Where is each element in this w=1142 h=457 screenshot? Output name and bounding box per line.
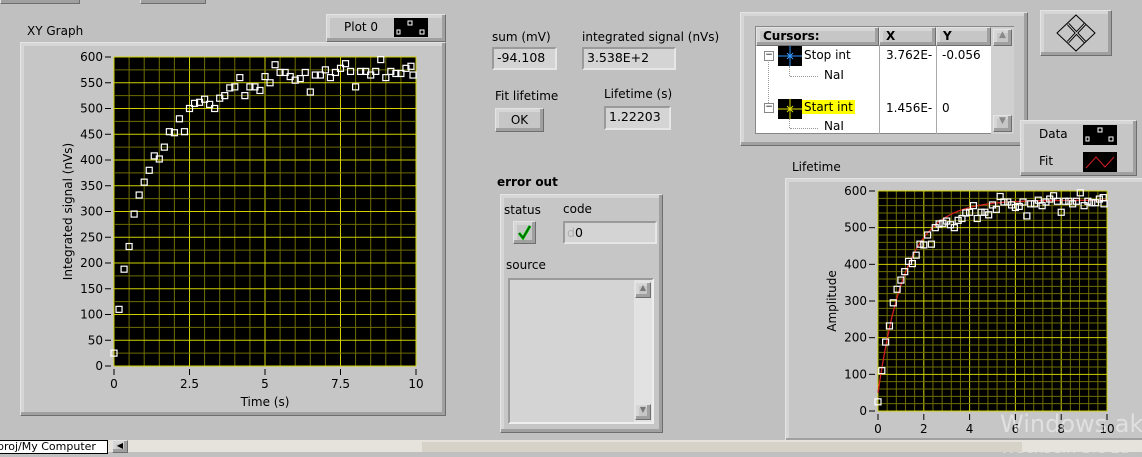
- collapse-icon[interactable]: −: [764, 103, 774, 113]
- lifetime-graph: 0 2 4 6 8 10 0 100 200 300 400 500 600 Amplitude: [785, 178, 1142, 442]
- integrated-signal-label: integrated signal (nVs): [582, 30, 720, 44]
- error-out-label: error out: [497, 175, 558, 189]
- fit-lifetime-label: Fit lifetime: [495, 89, 559, 103]
- cursor-table[interactable]: Cursors: X Y ▲ ▼ − Stop int 3.762E- -0.0…: [755, 26, 1014, 134]
- scroll-up-icon[interactable]: ▲: [993, 29, 1012, 46]
- xy-graph-plot[interactable]: 0 2.5 5 7.5 10050100150200250300350400450500…: [21, 43, 445, 415]
- cursor-name: Start int: [802, 100, 855, 114]
- y-tick-label: 50: [88, 333, 103, 347]
- x-tick-label: 0: [110, 377, 118, 391]
- integrated-signal-indicator: 3.538E+2: [582, 47, 676, 70]
- legend-fit-label: Fit: [1039, 154, 1054, 168]
- watermark: Windows aktivieren: [1000, 410, 1142, 438]
- y-tick-label: 350: [80, 179, 103, 193]
- cursor-move-button[interactable]: [1040, 10, 1112, 56]
- cursor-y: -0.056: [942, 48, 981, 62]
- code-label: code: [563, 202, 592, 216]
- source-label: source: [506, 258, 546, 272]
- y-tick-label: 200: [844, 331, 867, 345]
- x-tick-label: 0: [874, 422, 882, 436]
- cursor-plot: NaI: [824, 68, 844, 82]
- status-indicator: [513, 221, 536, 244]
- cursor-y: 0: [942, 101, 950, 115]
- lifetime-plot-legend[interactable]: Data Fit: [1020, 120, 1137, 176]
- source-indicator: ▲ ▼: [508, 278, 654, 424]
- status-bar: proj/My Computer ◀: [0, 440, 1142, 454]
- xy-graph: 0 2.5 5 7.5 10 0 50 100 150 200 250 300 350 400 450 500…: [20, 42, 446, 416]
- y-tick-label: 0: [859, 404, 867, 418]
- cursor-scrollbar[interactable]: ▲ ▼: [991, 27, 1014, 134]
- x-axis-label: Time (s): [240, 395, 290, 409]
- x-tick-label: 2.5: [180, 377, 199, 391]
- cursor-legend: Cursors: X Y ▲ ▼ − Stop int 3.762E- -0.0…: [740, 12, 1028, 146]
- y-tick-label: 250: [80, 230, 103, 244]
- cursor-header-name: Cursors:: [756, 27, 879, 46]
- cursor-x: 3.762E-: [886, 48, 933, 62]
- y-tick-label: 300: [844, 294, 867, 308]
- cursor-plot: NaI: [824, 119, 844, 133]
- cursor-move-diamond-icon: [1056, 14, 1096, 52]
- x-tick-label: 5: [261, 377, 269, 391]
- y-tick-label: 600: [80, 50, 103, 64]
- y-tick-label: 200: [80, 256, 103, 270]
- y-tick-label: 0: [95, 359, 103, 373]
- y-tick-label: 450: [80, 127, 103, 141]
- checkmark-icon: [517, 225, 532, 241]
- scroll-down-icon[interactable]: ▼: [993, 115, 1012, 132]
- line-icon: [1083, 152, 1117, 172]
- y-tick-label: 100: [80, 308, 103, 322]
- cursor-x: 1.456E-: [886, 101, 933, 115]
- code-radix: d: [567, 225, 575, 240]
- cursor-stop-int-swatch[interactable]: [778, 46, 802, 66]
- sum-indicator: -94.108: [492, 47, 557, 70]
- cursor-start-int-swatch[interactable]: [778, 99, 802, 119]
- sum-label: sum (mV): [492, 30, 551, 44]
- y-tick-label: 100: [844, 367, 867, 381]
- xy-graph-label: XY Graph: [27, 24, 84, 38]
- y-tick-label: 150: [80, 282, 103, 296]
- top-tab-stub: [0, 0, 80, 4]
- scroll-down-icon[interactable]: ▼: [635, 404, 651, 420]
- y-tick-label: 600: [844, 184, 867, 198]
- scatter-marker-icon: [394, 18, 428, 37]
- x-tick-label: 2: [920, 422, 928, 436]
- legend-data-label: Data: [1039, 127, 1068, 141]
- horizontal-scrollbar[interactable]: [422, 442, 1022, 452]
- y-tick-label: 300: [80, 205, 103, 219]
- collapse-icon[interactable]: −: [764, 51, 774, 61]
- lifetime-indicator: 1.22203: [604, 106, 671, 130]
- y-tick-label: 550: [80, 76, 103, 90]
- code-value: 0: [574, 225, 583, 240]
- x-tick-label: 4: [966, 422, 974, 436]
- lifetime-label: Lifetime (s): [604, 87, 673, 101]
- lifetime-graph-label: Lifetime: [792, 160, 841, 174]
- scatter-marker-icon: [1083, 125, 1117, 145]
- plot-legend-name: Plot 0: [344, 20, 379, 34]
- y-axis-label: Integrated signal (nVs): [61, 143, 75, 280]
- y-tick-label: 500: [844, 221, 867, 235]
- scroll-up-icon[interactable]: ▲: [635, 282, 651, 298]
- cursor-header-y: Y: [936, 27, 991, 46]
- y-tick-label: 400: [80, 153, 103, 167]
- status-label: status: [504, 203, 541, 217]
- lifetime-graph-plot[interactable]: 0 2 4 6 8 100100200300400500600Amplitude: [786, 179, 1142, 441]
- cursor-name: Stop int: [804, 48, 851, 62]
- y-tick-label: 400: [844, 257, 867, 271]
- y-tick-label: 500: [80, 102, 103, 116]
- cursor-header-x: X: [879, 27, 936, 46]
- code-indicator: d0: [563, 221, 657, 244]
- source-scrollbar[interactable]: ▲ ▼: [634, 280, 652, 422]
- top-tab-stub: [140, 0, 206, 4]
- x-tick-label: 7.5: [331, 377, 350, 391]
- fit-lifetime-ok-button[interactable]: OK: [495, 108, 544, 132]
- xy-graph-plot-legend[interactable]: Plot 0: [326, 14, 446, 42]
- scroll-left-icon[interactable]: ◀: [112, 440, 128, 453]
- error-out-cluster: status code d0 source ▲ ▼: [500, 194, 663, 433]
- x-tick-label: 10: [408, 377, 423, 391]
- y-axis-label: Amplitude: [825, 270, 839, 332]
